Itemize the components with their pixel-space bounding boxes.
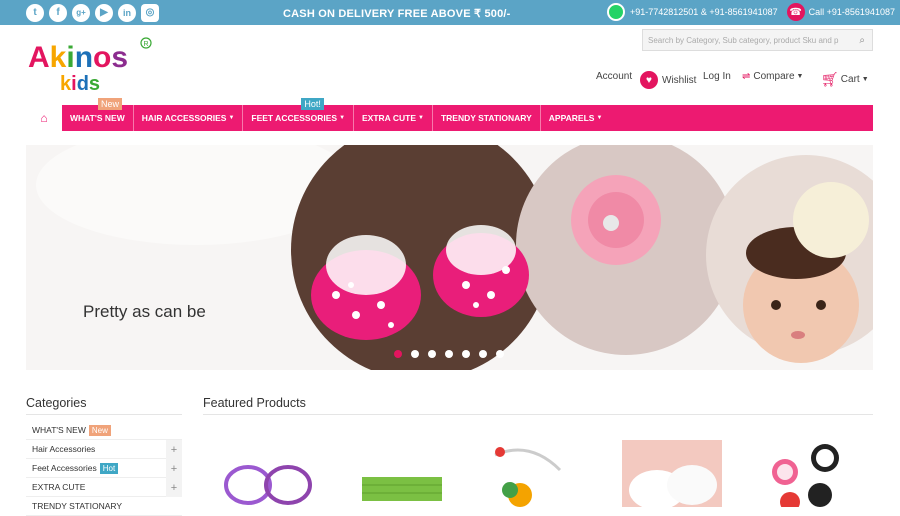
product-card[interactable] <box>490 440 590 507</box>
contact-info: +91-7742812501 & +91-8561941087 ☎ Call +… <box>607 3 895 21</box>
hero-slider[interactable]: Pretty as can be <box>26 145 873 370</box>
new-tag: New <box>88 424 111 436</box>
chevron-down-icon: ▼ <box>418 115 424 121</box>
slider-dots <box>394 350 504 358</box>
nav-label: FEET ACCESSORIES <box>251 113 338 123</box>
product-image <box>622 440 722 510</box>
category-label: EXTRA CUTE <box>32 482 86 492</box>
compare-icon: ⇌ <box>742 71 751 82</box>
chevron-down-icon: ▼ <box>861 76 869 83</box>
cart-dropdown[interactable]: 🛒︎ Cart ▼ <box>821 71 869 88</box>
nav-label: TRENDY STATIONARY <box>440 113 532 123</box>
expand-icon[interactable]: + <box>166 478 182 497</box>
nav-item-hair-accessories[interactable]: HAIR ACCESSORIES ▼ <box>134 105 244 131</box>
slider-dot[interactable] <box>394 350 402 358</box>
category-label: Hair Accessories <box>32 444 96 454</box>
nav-label: HAIR ACCESSORIES <box>141 113 227 123</box>
chevron-down-icon: ▼ <box>228 115 235 121</box>
twitter-icon[interactable]: t <box>26 3 44 22</box>
cart-icon: 🛒︎ <box>821 71 839 87</box>
nav-item-trendy-stationary[interactable]: TRENDY STATIONARY <box>433 105 541 131</box>
login-label: Log In <box>703 71 731 82</box>
product-card[interactable] <box>357 440 457 507</box>
search-placeholder: Search by Category, Sub category, produc… <box>648 36 839 45</box>
nav-item-whats-new[interactable]: WHAT'S NEW New <box>62 98 134 131</box>
cart-label: Cart <box>840 74 860 85</box>
search-input[interactable]: Search by Category, Sub category, produc… <box>642 29 873 51</box>
instagram-icon[interactable]: ◎ <box>141 3 159 22</box>
category-label: TRENDY STATIONARY <box>32 501 123 511</box>
divider <box>26 414 182 415</box>
chevron-down-icon: ▼ <box>596 115 603 121</box>
main-nav: ⌂ WHAT'S NEW New HAIR ACCESSORIES ▼ FEET … <box>26 98 873 131</box>
wishlist-label: Wishlist <box>662 74 697 86</box>
product-image <box>494 447 562 507</box>
google-plus-icon[interactable]: g+ <box>72 3 90 22</box>
social-links: t f g+ ▶ in ◎ <box>26 3 159 22</box>
slider-dot[interactable] <box>411 350 419 358</box>
product-image <box>224 465 312 505</box>
nav-item-feet-accessories[interactable]: FEET ACCESSORIES ▼ Hot! <box>243 98 355 131</box>
category-item[interactable]: Feet Accessories Hot + <box>26 459 182 478</box>
site-logo[interactable]: Akinos kids R <box>28 35 153 95</box>
nav-item-extra-cute[interactable]: EXTRA CUTE ▼ <box>354 105 433 131</box>
category-item[interactable]: WHAT'S NEW New <box>26 421 182 440</box>
wishlist-link[interactable]: ♥ Wishlist <box>640 71 696 89</box>
whatsapp-numbers[interactable]: +91-7742812501 & +91-8561941087 <box>630 7 778 17</box>
category-item[interactable]: Hair Accessories + <box>26 440 182 459</box>
account-link[interactable]: Account <box>596 71 632 82</box>
hot-tag: Hot <box>99 462 119 474</box>
expand-icon[interactable]: + <box>166 440 182 459</box>
youtube-icon[interactable]: ▶ <box>95 3 113 22</box>
expand-icon[interactable]: + <box>166 459 182 478</box>
slider-dot[interactable] <box>496 350 504 358</box>
hot-badge: Hot! <box>301 98 324 110</box>
divider <box>203 414 873 415</box>
account-label: Account <box>596 71 633 82</box>
home-icon[interactable]: ⌂ <box>26 105 62 131</box>
nav-label: WHAT'S NEW <box>70 113 125 123</box>
compare-dropdown[interactable]: ⇌ Compare ▼ <box>742 71 803 82</box>
nav-label: EXTRA CUTE <box>362 113 417 123</box>
heart-icon: ♥ <box>640 71 658 89</box>
svg-text:kids: kids <box>60 73 100 93</box>
nav-item-apparels[interactable]: APPARELS ▼ <box>541 105 611 131</box>
linkedin-icon[interactable]: in <box>118 3 136 22</box>
nav-label: APPARELS <box>548 113 595 123</box>
category-label: Feet Accessories <box>32 463 97 473</box>
slider-dot[interactable] <box>445 350 453 358</box>
product-image <box>362 477 442 501</box>
promo-text: CASH ON DELIVERY FREE ABOVE ₹ 500/- <box>283 8 511 20</box>
slider-dot[interactable] <box>462 350 470 358</box>
facebook-icon[interactable]: f <box>49 3 67 22</box>
new-badge: New <box>98 98 123 110</box>
svg-text:Akinos: Akinos <box>28 41 128 74</box>
hero-image <box>26 145 873 370</box>
chevron-down-icon: ▼ <box>796 73 804 80</box>
slider-dot[interactable] <box>428 350 436 358</box>
slider-dot[interactable] <box>479 350 487 358</box>
top-bar: t f g+ ▶ in ◎ CASH ON DELIVERY FREE ABOV… <box>0 0 900 25</box>
category-item[interactable]: EXTRA CUTE + <box>26 478 182 497</box>
product-card[interactable] <box>622 440 722 510</box>
compare-label: Compare <box>753 71 795 82</box>
product-card[interactable] <box>760 440 860 512</box>
chevron-down-icon: ▼ <box>339 115 346 121</box>
whatsapp-icon <box>607 3 625 21</box>
product-card[interactable] <box>218 440 318 507</box>
svg-text:R: R <box>144 41 149 48</box>
product-image <box>772 444 839 512</box>
featured-title: Featured Products <box>203 396 306 410</box>
category-label: WHAT'S NEW <box>32 425 86 435</box>
phone-icon: ☎ <box>786 3 805 21</box>
categories-title: Categories <box>26 396 87 410</box>
call-number[interactable]: Call +91-8561941087 <box>809 7 895 17</box>
hero-tagline: Pretty as can be <box>83 302 206 321</box>
login-link[interactable]: Log In <box>703 71 731 82</box>
search-icon[interactable]: ⌕ <box>859 35 865 46</box>
